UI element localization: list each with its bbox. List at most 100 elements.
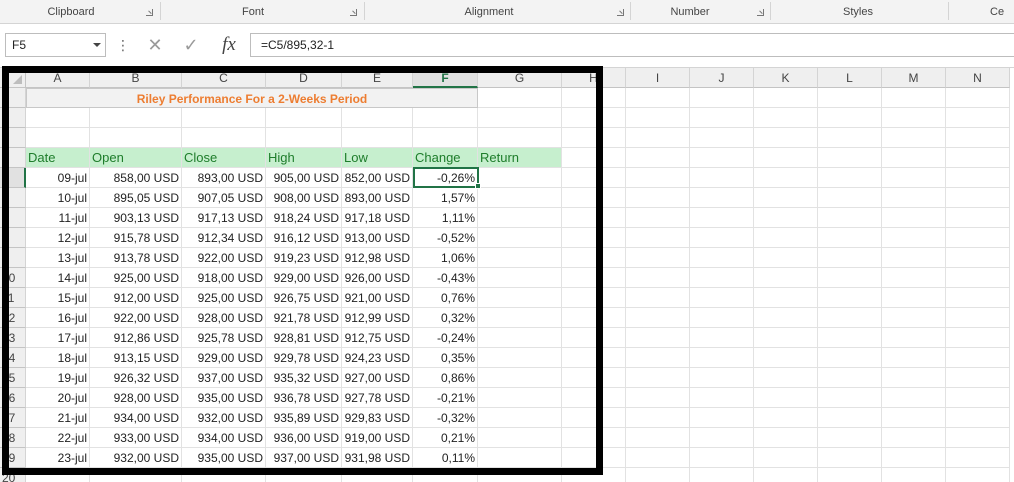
data-cell[interactable]: 935,00 USD [182,448,266,468]
cell[interactable] [626,268,690,288]
cell[interactable] [690,148,754,168]
cell[interactable] [342,128,413,148]
cell[interactable] [690,348,754,368]
cell[interactable] [818,348,882,368]
cell[interactable] [754,388,818,408]
cell[interactable] [882,388,946,408]
cell[interactable] [626,108,690,128]
cell[interactable] [413,468,478,482]
cell[interactable] [754,108,818,128]
cell[interactable] [882,308,946,328]
data-cell[interactable]: 921,00 USD [342,288,413,308]
data-cell[interactable]: 927,78 USD [342,388,413,408]
data-cell[interactable]: 895,05 USD [90,188,182,208]
column-header-i[interactable]: I [626,68,690,88]
cell[interactable] [478,388,562,408]
data-cell[interactable]: 926,75 USD [266,288,342,308]
cell[interactable] [882,108,946,128]
data-cell[interactable]: 912,86 USD [90,328,182,348]
cell[interactable] [882,268,946,288]
cell[interactable] [818,268,882,288]
cell[interactable] [562,368,626,388]
cell[interactable] [882,448,946,468]
cell[interactable] [478,368,562,388]
cell[interactable] [882,428,946,448]
cell[interactable] [754,368,818,388]
cell[interactable] [626,308,690,328]
cell[interactable] [626,88,690,108]
row-header-19[interactable]: 19 [0,448,26,468]
cell[interactable] [478,208,562,228]
cell[interactable] [882,128,946,148]
cell[interactable] [626,208,690,228]
cell[interactable] [478,128,562,148]
data-cell[interactable]: 16-jul [26,308,90,328]
data-cell[interactable]: 10-jul [26,188,90,208]
cell[interactable] [818,328,882,348]
cell[interactable] [266,108,342,128]
column-header-n[interactable]: N [946,68,1010,88]
data-cell[interactable]: 919,23 USD [266,248,342,268]
header-cell-close[interactable]: Close [182,148,266,168]
cell[interactable] [946,428,1010,448]
data-cell[interactable]: 913,15 USD [90,348,182,368]
data-cell[interactable]: 919,00 USD [342,428,413,448]
cell[interactable] [946,348,1010,368]
cell[interactable] [690,168,754,188]
data-cell[interactable]: 912,98 USD [342,248,413,268]
cell[interactable] [562,328,626,348]
column-header-c[interactable]: C [182,68,266,88]
row-header-18[interactable]: 18 [0,428,26,448]
cell[interactable] [562,348,626,368]
data-cell[interactable]: 913,00 USD [342,228,413,248]
row-header-6[interactable]: 6 [0,188,26,208]
row-header-1[interactable]: 1 [0,88,26,108]
cell[interactable] [754,148,818,168]
cell[interactable] [690,188,754,208]
data-cell[interactable]: 937,00 USD [182,368,266,388]
header-cell-low[interactable]: Low [342,148,413,168]
data-cell[interactable]: 11-jul [26,208,90,228]
cell[interactable] [478,288,562,308]
cell[interactable] [478,88,562,108]
data-cell[interactable]: 0,35% [413,348,478,368]
row-header-11[interactable]: 11 [0,288,26,308]
cell[interactable] [754,288,818,308]
cell[interactable] [946,248,1010,268]
data-cell[interactable]: 932,00 USD [182,408,266,428]
cell[interactable] [626,328,690,348]
cell[interactable] [413,108,478,128]
cell[interactable] [946,388,1010,408]
cell[interactable] [690,328,754,348]
cell[interactable] [626,168,690,188]
data-cell[interactable]: 929,83 USD [342,408,413,428]
cell[interactable] [182,108,266,128]
data-cell[interactable]: 929,00 USD [266,268,342,288]
cell[interactable] [626,468,690,482]
cell[interactable] [690,108,754,128]
data-cell[interactable]: 925,00 USD [90,268,182,288]
data-cell[interactable]: 912,99 USD [342,308,413,328]
row-header-8[interactable]: 8 [0,228,26,248]
data-cell[interactable]: 928,00 USD [90,388,182,408]
column-header-l[interactable]: L [818,68,882,88]
data-cell[interactable]: 14-jul [26,268,90,288]
cell[interactable] [946,208,1010,228]
data-cell[interactable]: 0,76% [413,288,478,308]
cell[interactable] [562,388,626,408]
data-cell[interactable]: 0,86% [413,368,478,388]
insert-function-icon[interactable]: fx [214,32,244,58]
cell[interactable] [626,448,690,468]
cell[interactable] [882,148,946,168]
cell[interactable] [882,88,946,108]
clipboard-dialog-launcher-icon[interactable] [146,9,153,16]
cell[interactable] [946,328,1010,348]
data-cell[interactable]: 932,00 USD [90,448,182,468]
cell[interactable] [626,368,690,388]
cell[interactable] [818,88,882,108]
cell[interactable] [562,428,626,448]
cell[interactable] [754,268,818,288]
data-cell[interactable]: 915,78 USD [90,228,182,248]
cell[interactable] [562,308,626,328]
cell[interactable] [690,248,754,268]
